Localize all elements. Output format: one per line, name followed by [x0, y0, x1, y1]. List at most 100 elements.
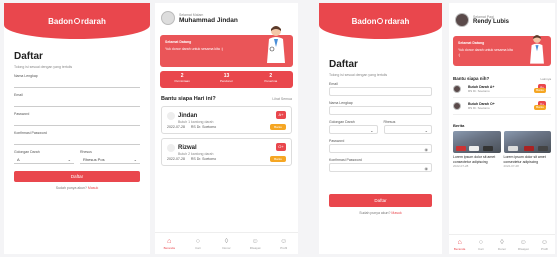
name-input[interactable] [329, 106, 432, 115]
search-icon: ○ [195, 237, 200, 245]
drop-icon: ◊ [500, 238, 504, 246]
drop-logo-icon [377, 18, 384, 24]
confirm-password-label: Konfirmasi Password [329, 158, 362, 162]
item-desc: RS Dr. Soetomo [468, 106, 490, 110]
brand-name-pre: Badon [48, 16, 73, 26]
blood-type-label: Golongan Darah [14, 150, 40, 154]
car-shape [483, 146, 493, 151]
avatar[interactable] [455, 13, 469, 27]
confirm-password-input[interactable] [14, 136, 140, 145]
stats-panel: 2 Permintaan 13 Pendonor 2 Penerima [160, 71, 293, 88]
nav-home-label: Beranda [453, 246, 466, 251]
name-input[interactable] [14, 79, 140, 88]
nav-profile[interactable]: ☺ Profil [534, 235, 555, 254]
more-link[interactable]: Lainnya [540, 77, 551, 81]
stat-donors: 13 Pendonor [204, 71, 248, 88]
brand-name-post: rdarah [80, 16, 106, 26]
email-label: Email [14, 93, 23, 97]
request-desc: Butuh 1 kantong darah [178, 120, 214, 124]
user-name: Muhammad Jindan [179, 16, 238, 24]
confirm-password-label: Konfirmasi Password [14, 131, 47, 135]
news-headline: Lorem ipsum dolor sit amet consectetur a… [503, 155, 546, 164]
request-location: RS Dr. Soetomo [190, 125, 217, 129]
login-prompt: Sudah punya akun? Masuk [319, 211, 442, 215]
name-label: Nama Lengkap [329, 101, 353, 105]
welcome-banner: Selamat Datang Yuk donor darah untuk ses… [160, 26, 293, 67]
help-button[interactable]: Bantu [534, 88, 546, 93]
brand-header: Badon rdarah [4, 3, 150, 39]
avatar [453, 102, 461, 110]
help-button[interactable]: Bantu [534, 105, 546, 110]
nav-search[interactable]: ○ Cari [184, 233, 213, 254]
nav-profile-label: Profil [280, 245, 288, 250]
news-image [503, 131, 551, 153]
stat-requests: 2 Permintaan [160, 71, 204, 88]
see-all-link[interactable]: Lihat Semua [272, 97, 292, 101]
password-input[interactable]: ◉ [329, 144, 432, 153]
item-desc: RS Dr. Soetomo [468, 89, 490, 93]
nav-donor-label: Donor [222, 245, 231, 250]
request-card[interactable]: Rizwal Butuh 2 kantong darah 2022-07-28 R… [161, 138, 292, 166]
news-list: Lorem ipsum dolor sit amet consectetur a… [453, 131, 551, 168]
nav-history-label: Riwayat [517, 246, 529, 251]
login-prompt: Sudah punya akun? Masuk [4, 186, 150, 190]
name-label: Nama Lengkap [14, 74, 38, 78]
profile-icon: ☺ [280, 237, 288, 245]
email-input[interactable] [14, 98, 140, 107]
email-input[interactable] [329, 87, 432, 96]
nav-home[interactable]: ⌂ Beranda [155, 233, 184, 254]
user-icon [167, 144, 175, 152]
blood-type-select[interactable]: ⌄ [329, 125, 378, 134]
nav-history[interactable]: ☺ Riwayat [513, 235, 534, 254]
chevron-down-icon: ⌄ [67, 157, 71, 162]
home-screen-alt: Selamat Pagi Rendy Lubis Selamat Datang … [449, 3, 555, 254]
drop-logo-icon [73, 18, 80, 24]
news-item[interactable]: Lorem ipsum dolor sit amet consectetur a… [503, 131, 551, 168]
nav-donor[interactable]: ◊ Donor [491, 235, 512, 254]
rhesus-select[interactable]: Rhesus Pos ⌄ [80, 155, 140, 164]
blood-type-value: A [17, 157, 20, 162]
login-link[interactable]: Masuk [88, 186, 98, 190]
nav-home[interactable]: ⌂ Beranda [449, 235, 470, 254]
login-prompt-text: Sudah punya akun? [359, 211, 391, 215]
news-date: 2022-07-28 [453, 164, 469, 168]
list-item[interactable]: Butuh Darah A+ RS Dr. Soetomo A+ Bantu [453, 84, 551, 98]
nav-history-label: Riwayat [249, 245, 261, 250]
nav-search[interactable]: ○ Cari [470, 235, 491, 254]
blood-type-label: Golongan Darah [329, 120, 355, 124]
request-card[interactable]: Jindan Butuh 1 kantong darah 2022-07-28 R… [161, 106, 292, 134]
confirm-password-input[interactable]: ◉ [329, 163, 432, 172]
news-headline: Lorem ipsum dolor sit amet consectetur a… [453, 155, 496, 164]
nav-profile[interactable]: ☺ Profil [269, 233, 298, 254]
chevron-down-icon: ⌄ [370, 128, 374, 133]
nav-donor[interactable]: ◊ Donor [212, 233, 241, 254]
doctor-illustration-icon [267, 26, 285, 63]
help-section-header: Bantu siapa nih? Lainnya [453, 76, 551, 81]
eye-icon[interactable]: ◉ [425, 166, 429, 171]
blood-type-select[interactable]: A ⌄ [14, 155, 74, 164]
help-button[interactable]: Bantu [270, 156, 286, 162]
car-shape [469, 146, 479, 151]
car-shape [537, 146, 548, 151]
eye-icon[interactable]: ◉ [425, 147, 429, 152]
avatar[interactable] [161, 11, 175, 25]
login-link[interactable]: Masuk [391, 211, 401, 215]
request-name: Rizwal [178, 145, 197, 151]
rhesus-select[interactable]: ⌄ [383, 125, 432, 134]
news-image [453, 131, 501, 153]
banner-text: Yuk donor darah untuk sesama kita :) [458, 48, 513, 57]
request-location: RS Dr. Soetomo [190, 157, 217, 161]
blood-type-badge: O+ [276, 143, 286, 151]
stat-recipients: 2 Penerima [249, 71, 293, 88]
password-input[interactable] [14, 117, 140, 126]
register-button[interactable]: Daftar [329, 194, 432, 207]
list-item[interactable]: Butuh Darah O+ RS Dr. Soetomo O+ Bantu [453, 101, 551, 115]
nav-history[interactable]: ☺ Riwayat [241, 233, 270, 254]
section-title: Bantu siapa Hari ini? [161, 96, 216, 102]
nav-search-label: Cari [195, 245, 201, 250]
register-button[interactable]: Daftar [14, 171, 140, 182]
news-item[interactable]: Lorem ipsum dolor sit amet consectetur a… [453, 131, 501, 168]
password-label: Password [14, 112, 30, 116]
doctor-illustration-icon [530, 35, 544, 64]
help-button[interactable]: Bantu [270, 124, 286, 130]
